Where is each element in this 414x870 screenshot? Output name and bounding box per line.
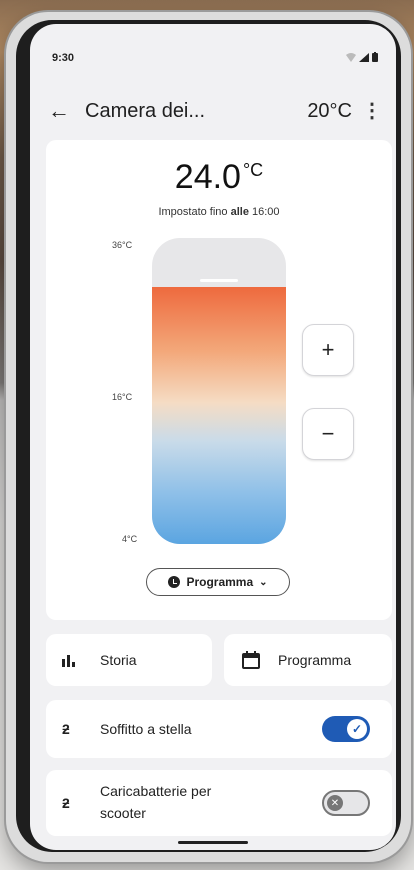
setpoint-time: 16:00 [252, 206, 280, 218]
scale-max-label: 36°C [112, 240, 133, 250]
increase-button[interactable]: + [302, 324, 354, 376]
mode-selector[interactable]: Programma ⌄ [146, 568, 290, 596]
target-temperature-unit: °C [242, 160, 264, 180]
page-title: Camera dei... [85, 100, 206, 122]
setpoint-prefix: Impostato fino [158, 206, 228, 218]
schedule-button[interactable]: Programma [224, 634, 392, 686]
setpoint-bold: alle [230, 206, 249, 218]
device-toggle-off[interactable]: ✕ [322, 790, 370, 816]
schedule-label: Programma [278, 652, 352, 668]
mode-label: Programma [186, 575, 254, 589]
wifi-icon [346, 52, 356, 62]
decrease-button[interactable]: − [302, 408, 354, 460]
device-label: Caricabatterie per scooter [100, 780, 211, 824]
target-temperature-value: 24.0 [174, 158, 241, 196]
app-bar: ← Camera dei... 20°C ⋮ [30, 92, 396, 132]
calendar-icon [242, 651, 260, 669]
temperature-slider[interactable] [152, 238, 286, 544]
heater-icon: ƻ [62, 721, 70, 737]
battery-icon [372, 52, 378, 62]
device-row-soffitto[interactable]: ƻ Soffitto a stella ✓ [46, 700, 392, 758]
thermostat-card: 24.0 °C Impostato fino alle 16:00 36°C 16… [46, 140, 392, 620]
scale-min-label: 4°C [122, 534, 138, 544]
home-indicator [178, 841, 248, 844]
scale-mid-label: 16°C [112, 392, 133, 402]
device-label: Soffitto a stella [100, 721, 192, 737]
bar-chart-icon [62, 655, 75, 667]
app-screen: 9:30 ← Camera dei... 20°C ⋮ 24.0 °C Impos… [30, 24, 396, 850]
back-arrow-icon[interactable]: ← [48, 98, 70, 124]
target-temperature: 24.0 °C [46, 158, 392, 197]
check-icon: ✓ [347, 719, 367, 739]
temperature-fill [152, 286, 286, 544]
chevron-down-icon: ⌄ [259, 576, 268, 588]
status-time: 9:30 [52, 52, 75, 64]
history-label: Storia [100, 652, 137, 668]
clock-icon [168, 576, 181, 588]
slider-handle[interactable] [200, 278, 238, 282]
signal-icon [359, 52, 369, 62]
device-row-caricabatterie[interactable]: ƻ Caricabatterie per scooter ✕ [46, 770, 392, 836]
status-icons [346, 52, 378, 62]
current-temperature: 20°C [307, 100, 352, 122]
heater-icon: ƻ [62, 795, 70, 811]
device-toggle-on[interactable]: ✓ [322, 716, 370, 742]
close-icon: ✕ [327, 795, 343, 811]
history-button[interactable]: Storia [46, 634, 212, 686]
more-vert-icon[interactable]: ⋮ [362, 98, 382, 123]
device-label-line1: Caricabatterie per [100, 783, 212, 799]
device-label-line2: scooter [100, 805, 146, 821]
setpoint-text: Impostato fino alle 16:00 [46, 206, 392, 218]
